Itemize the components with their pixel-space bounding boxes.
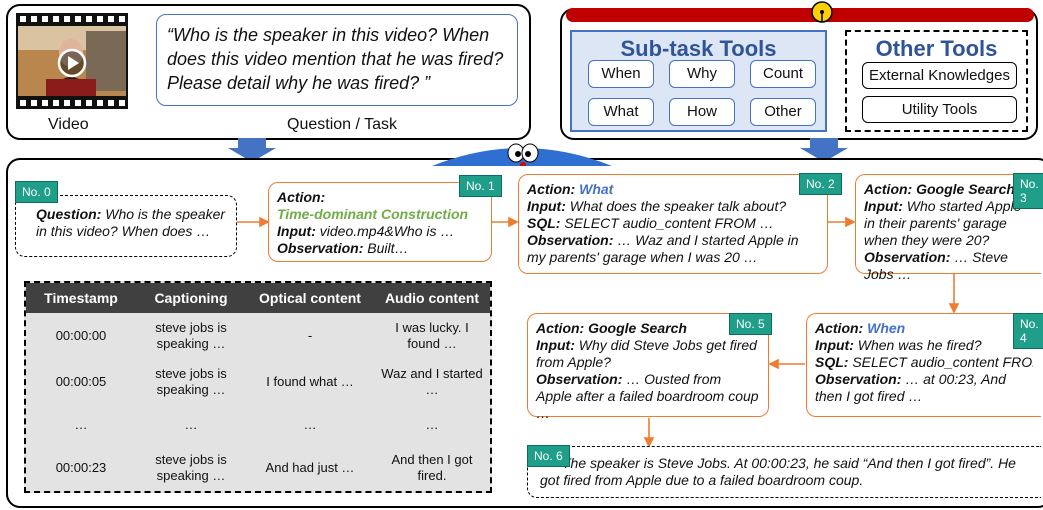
step-4-input-text: When was he fired? (853, 337, 982, 353)
step-4-input-label: Input: (815, 337, 854, 353)
step-2-input-label: Input: (527, 198, 566, 214)
step-6-answer: The speaker is Steve Jobs. At 00:00:23, … (527, 446, 1041, 498)
step-4-badge: No. 4 (1013, 313, 1043, 349)
table-cell: 00:00:00 (55, 328, 107, 343)
step-3-badge: No. 3 (1013, 173, 1043, 209)
step-1-observation-text: Built… (363, 240, 409, 256)
table-cell: I found what … (266, 374, 354, 389)
step-3-observation-label: Observation: (864, 249, 951, 265)
table-cell: I was lucky. I found … (395, 320, 469, 351)
step-3-action-label: Action: Google Search (864, 181, 1015, 197)
step-2-observation-label: Observation: (527, 232, 614, 248)
step-2-action-label: Action: (527, 181, 576, 197)
step-6-answer-text: The speaker is Steve Jobs. At 00:00:23, … (540, 455, 1016, 488)
step-1-badge: No. 1 (459, 175, 502, 197)
table-cell: steve jobs is speaking … (155, 452, 227, 483)
step-4-sql-text: SELECT audio_content FROM … (852, 354, 1033, 370)
table-header-captioning: Captioning (136, 283, 246, 313)
table-cell: … (303, 417, 317, 432)
table-cell: steve jobs is speaking … (155, 366, 227, 397)
table-header-audio: Audio content (374, 283, 490, 313)
step-1-observation-label: Observation: (277, 240, 364, 256)
table-cell: steve jobs is speaking … (155, 320, 227, 351)
step-2-input-text: What does the speaker talk about? (565, 198, 787, 214)
step-1-input-label: Input: (277, 223, 316, 239)
table-cell: - (307, 328, 313, 343)
step-5-observation-label: Observation: (536, 371, 623, 387)
step-1-action-label: Action: (277, 189, 326, 205)
table-header-timestamp: Timestamp (26, 283, 136, 313)
step-5-action-label: Action: Google Search (536, 320, 687, 336)
table-cell: And then I got fired. (391, 452, 473, 483)
table-cell: … (425, 417, 439, 432)
step-0-question: Question: Who is the speaker in this vid… (15, 195, 237, 257)
table-cell: … (184, 417, 198, 432)
step-4-action-label: Action: (815, 320, 864, 336)
step-4-observation-label: Observation: (815, 371, 902, 387)
table-cell: And had just … (265, 460, 355, 475)
step-4-action: Action: When Input: When was he fired? S… (806, 313, 1041, 417)
step-0-question-label: Question: (36, 206, 102, 222)
step-2-badge: No. 2 (799, 173, 842, 195)
table-cell: … (74, 417, 88, 432)
table-cell: 00:00:23 (55, 460, 107, 475)
step-2-sql-label: SQL: (527, 215, 561, 231)
step-1-input-text: video.mp4&Who is … (315, 223, 455, 239)
table-cell: Waz and I started … (381, 366, 483, 397)
step-4-action-value: When (867, 320, 906, 336)
step-5-badge: No. 5 (729, 313, 772, 335)
step-1-action-value: Time-dominant Construction (277, 206, 469, 222)
table-cell: 00:00:05 (55, 374, 107, 389)
table-header-optical: Optical content (246, 283, 374, 313)
step-0-badge: No. 0 (15, 181, 58, 203)
step-2-action-value: What (579, 181, 614, 197)
step-6-badge: No. 6 (527, 445, 570, 467)
step-2-sql-text: SELECT audio_content FROM … (560, 215, 774, 231)
step-2-action: Action: What Input: What does the speake… (518, 174, 828, 274)
step-5-input-label: Input: (536, 337, 575, 353)
step-3-input-label: Input: (864, 198, 903, 214)
step-4-sql-label: SQL: (815, 354, 849, 370)
